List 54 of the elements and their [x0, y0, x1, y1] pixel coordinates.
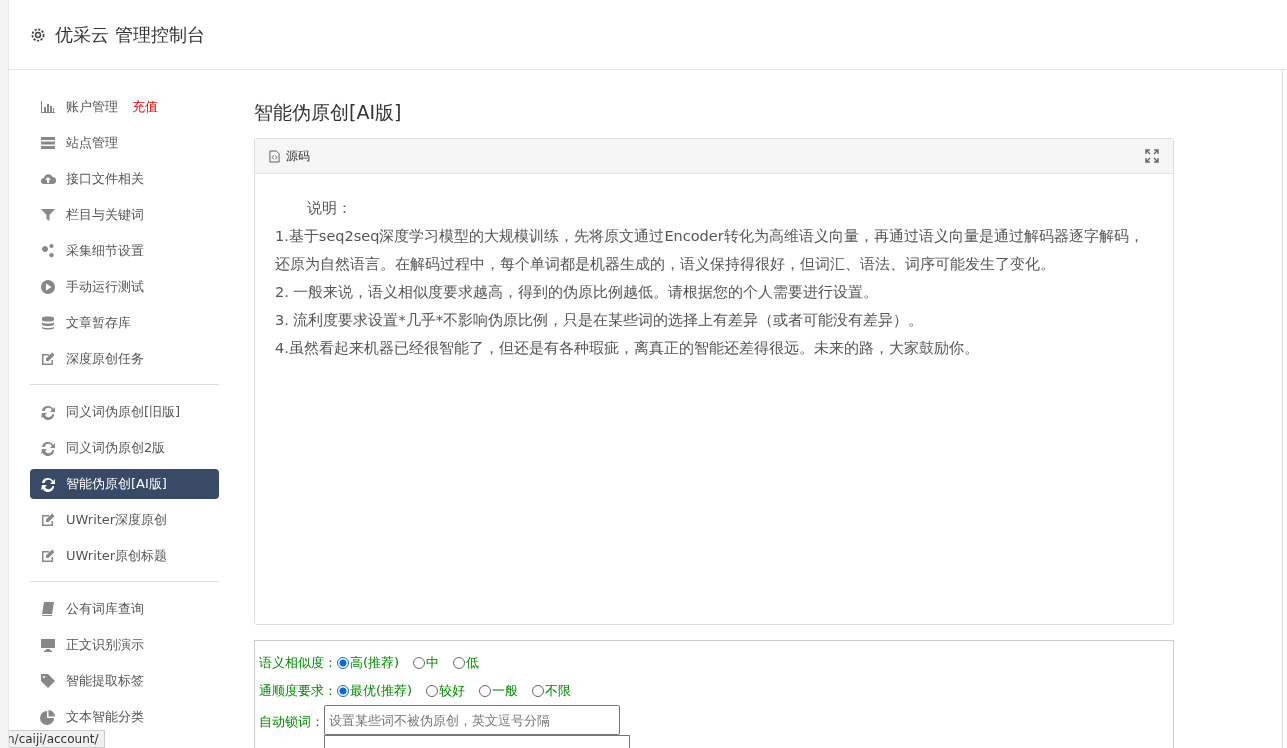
sidebar-item[interactable]: 栏目与关键词: [30, 200, 219, 230]
option-label: 通顺度要求：: [259, 682, 337, 700]
sidebar-item[interactable]: 公有词库查询: [30, 594, 219, 624]
edit-icon: [40, 351, 56, 367]
sidebar-item[interactable]: 正文识别演示: [30, 630, 219, 660]
edit-icon: [40, 548, 56, 564]
sidebar-item[interactable]: 文本智能分类: [30, 702, 219, 732]
option-label: 语义相似度：: [259, 654, 337, 672]
radio-option[interactable]: 不限: [532, 682, 572, 700]
console-title: 优采云 管理控制台: [55, 22, 205, 47]
radio-option[interactable]: 一般: [479, 682, 519, 700]
radio-option[interactable]: 低: [453, 654, 480, 672]
lock-words-field[interactable]: 设置某些词不被伪原创，英文逗号分隔: [324, 705, 620, 735]
editor-paragraph: 说明：: [306, 199, 353, 218]
sidebar-item[interactable]: 同义词伪原创2版: [30, 433, 219, 463]
editor-paragraph: 3. 流利度要求设置*几乎*不影响伪原比例，只是在某些词的选择上有差异（或者可能没有差异）。: [275, 311, 924, 330]
refresh-icon: [40, 476, 56, 492]
sidebar-item[interactable]: 站点管理: [30, 128, 219, 158]
sidebar-item[interactable]: 接口文件相关: [30, 164, 219, 194]
desktop-icon: [40, 637, 56, 653]
radio-option[interactable]: 最优(推荐): [337, 682, 413, 700]
sidebar-item[interactable]: 同义词伪原创[旧版]: [30, 397, 219, 427]
radio-option[interactable]: 高(推荐): [337, 654, 400, 672]
sidebar-item[interactable]: 智能伪原创[AI版]: [30, 469, 219, 499]
tag-icon: [40, 673, 56, 689]
refresh-icon: [40, 404, 56, 420]
source-button[interactable]: 源码: [269, 147, 310, 165]
sidebar-item[interactable]: 深度原创任务: [30, 344, 219, 374]
refresh-icon: [40, 440, 56, 456]
radio-option[interactable]: 中: [413, 654, 440, 672]
sidebar-item[interactable]: 文章暂存库: [30, 308, 219, 338]
book-icon: [40, 601, 56, 617]
cloud-upload-icon: [40, 171, 56, 187]
editor-paragraph: 1.基于seq2seq深度学习模型的大规模训练，先将原文通过Encoder转化为高维语义向量，再通过语义向量是通过解码器逐字解码，还原为自然语言。在解码过程中，每个单词都是机器生成的，语义保持得很好，但词汇、语法、词序可能发生了变化。: [275, 227, 1145, 274]
pie-icon: [40, 709, 56, 725]
option-label: 自动锁词：: [259, 713, 324, 731]
editor-paragraph: 2. 一般来说，语义相似度要求越高，得到的伪原比例越低。请根据您的个人需要进行设置。: [275, 283, 880, 302]
maximize-icon[interactable]: [1145, 149, 1159, 163]
sidebar-item[interactable]: 账户管理 充值: [30, 92, 219, 122]
editor-paragraph: 4.虽然看起来机器已经很智能了，但还是有各种瑕疵，离真正的智能还差得很远。未来的路，大家鼓励你。: [275, 339, 980, 358]
server-icon: [40, 135, 56, 151]
code-file-icon: [269, 149, 280, 163]
sidebar-item[interactable]: UWriter深度原创: [30, 505, 219, 535]
filter-icon: [40, 207, 56, 223]
page-title: 智能伪原创[AI版]: [254, 100, 403, 125]
sidebar-item[interactable]: 智能提取标签: [30, 666, 219, 696]
sidebar-item[interactable]: 采集细节设置: [30, 236, 219, 266]
radio-option[interactable]: 较好: [426, 682, 466, 700]
edit-icon: [40, 512, 56, 528]
database-icon: [40, 315, 56, 331]
bar-chart-icon: [40, 99, 56, 115]
play-icon: [40, 279, 56, 295]
sidebar-item[interactable]: 手动运行测试: [30, 272, 219, 302]
sidebar-item[interactable]: UWriter原创标题: [30, 541, 219, 571]
